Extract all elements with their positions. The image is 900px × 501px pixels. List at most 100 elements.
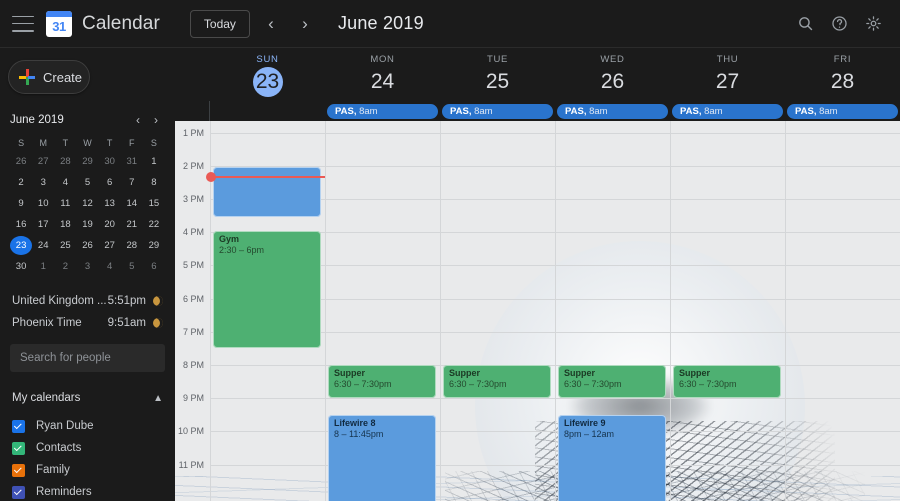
mini-calendar-day[interactable]: 12 bbox=[76, 194, 98, 213]
mini-calendar-day[interactable]: 28 bbox=[54, 152, 76, 171]
calendar-list-item[interactable]: Contacts bbox=[12, 437, 163, 459]
calendar-list-item[interactable]: Reminders bbox=[12, 481, 163, 501]
calendar-event[interactable]: Lifewire 88 – 11:45pm bbox=[328, 415, 436, 501]
day-header[interactable]: THU 27 bbox=[670, 48, 785, 101]
mini-calendar-day[interactable]: 19 bbox=[76, 215, 98, 234]
today-button[interactable]: Today bbox=[189, 9, 250, 38]
mini-calendar-day[interactable]: 27 bbox=[32, 152, 54, 171]
people-search[interactable] bbox=[10, 344, 165, 372]
day-header[interactable]: TUE 25 bbox=[440, 48, 555, 101]
day-header-number[interactable]: 27 bbox=[670, 67, 785, 97]
mini-calendar-day[interactable]: 4 bbox=[54, 173, 76, 192]
calendar-checkbox[interactable] bbox=[12, 463, 25, 477]
day-header[interactable]: MON 24 bbox=[325, 48, 440, 101]
mini-calendar-day[interactable]: 2 bbox=[10, 173, 32, 192]
next-period-icon[interactable]: › bbox=[292, 11, 318, 37]
mini-calendar-day[interactable]: 5 bbox=[121, 257, 143, 276]
search-icon[interactable] bbox=[788, 7, 822, 41]
all-day-event[interactable]: PAS, 8am bbox=[442, 104, 553, 119]
calendar-event[interactable]: Gym 2:30 – 6pm bbox=[213, 231, 321, 348]
calendar-event[interactable] bbox=[213, 167, 321, 217]
all-day-event[interactable]: PAS, 8am bbox=[672, 104, 783, 119]
mini-calendar-day[interactable]: 26 bbox=[76, 236, 98, 255]
mini-calendar-day[interactable]: 29 bbox=[76, 152, 98, 171]
mini-calendar-day[interactable]: 18 bbox=[54, 215, 76, 234]
mini-next-month-icon[interactable]: › bbox=[147, 111, 165, 129]
mini-calendar-day[interactable]: 9 bbox=[10, 194, 32, 213]
all-day-event-time: 8am bbox=[356, 106, 378, 117]
all-day-event-title: PAS, bbox=[680, 106, 702, 117]
mini-calendar-day[interactable]: 20 bbox=[99, 215, 121, 234]
day-header-number[interactable]: 23 bbox=[252, 67, 283, 97]
prev-period-icon[interactable]: ‹ bbox=[258, 11, 284, 37]
mini-calendar-day[interactable]: 2 bbox=[54, 257, 76, 276]
mini-calendar-day[interactable]: 16 bbox=[10, 215, 32, 234]
mini-calendar-day[interactable]: 21 bbox=[121, 215, 143, 234]
event-title: Supper bbox=[449, 368, 481, 378]
day-header[interactable]: WED 26 bbox=[555, 48, 670, 101]
time-gutter: 1 PM 2 PM 3 PM 4 PM 5 PM 6 PM 7 PM 8 PM 9 PM 10 P… bbox=[175, 121, 210, 501]
calendar-event[interactable]: Supper 6:30 – 7:30pm bbox=[558, 365, 666, 398]
calendar-checkbox[interactable] bbox=[12, 419, 25, 433]
create-button[interactable]: Create bbox=[8, 60, 90, 94]
calendar-event[interactable]: Lifewire 9 8pm – 12am bbox=[558, 415, 666, 501]
mini-calendar-day[interactable]: 7 bbox=[121, 173, 143, 192]
mini-calendar-day[interactable]: 22 bbox=[143, 215, 165, 234]
day-header-number[interactable]: 24 bbox=[325, 67, 440, 97]
day-header[interactable]: FRI 28 bbox=[785, 48, 900, 101]
calendar-list-item[interactable]: Family bbox=[12, 459, 163, 481]
mini-calendar-day[interactable]: 1 bbox=[143, 152, 165, 171]
chevron-up-icon[interactable]: ▲ bbox=[153, 393, 163, 404]
hamburger-icon[interactable] bbox=[12, 15, 34, 32]
mini-calendar-day[interactable]: 10 bbox=[32, 194, 54, 213]
mini-calendar-day[interactable]: 23 bbox=[10, 236, 33, 255]
mini-calendar-day[interactable]: 3 bbox=[76, 257, 98, 276]
day-header-number[interactable]: 26 bbox=[555, 67, 670, 97]
mini-calendar-day[interactable]: 15 bbox=[143, 194, 165, 213]
all-day-event[interactable]: PAS, 8am bbox=[787, 104, 898, 119]
calendar-event[interactable]: Supper 6:30 – 7:30pm bbox=[673, 365, 781, 398]
mini-calendar-day[interactable]: 13 bbox=[99, 194, 121, 213]
plus-icon bbox=[19, 69, 35, 85]
calendar-logo-icon[interactable]: 31 bbox=[46, 10, 72, 37]
mini-calendar-day[interactable]: 3 bbox=[32, 173, 54, 192]
all-day-event[interactable]: PAS, 8am bbox=[557, 104, 668, 119]
mini-prev-month-icon[interactable]: ‹ bbox=[129, 111, 147, 129]
calendar-checkbox[interactable] bbox=[12, 485, 25, 499]
mini-calendar-day[interactable]: 27 bbox=[99, 236, 121, 255]
mini-calendar-day[interactable]: 11 bbox=[54, 194, 76, 213]
calendar-event[interactable]: Supper 6:30 – 7:30pm bbox=[443, 365, 551, 398]
mini-calendar-day[interactable]: 30 bbox=[99, 152, 121, 171]
mini-calendar-day[interactable]: 24 bbox=[32, 236, 54, 255]
search-people-input[interactable] bbox=[20, 352, 155, 364]
time-label: 4 PM bbox=[182, 227, 204, 238]
calendar-event[interactable]: Supper 6:30 – 7:30pm bbox=[328, 365, 436, 398]
mini-calendar-day[interactable]: 31 bbox=[121, 152, 143, 171]
day-header[interactable]: SUN 23 bbox=[210, 48, 325, 101]
mini-calendar-day[interactable]: 25 bbox=[54, 236, 76, 255]
mini-calendar-day[interactable]: 29 bbox=[143, 236, 165, 255]
day-header-number[interactable]: 25 bbox=[440, 67, 555, 97]
mini-calendar-day[interactable]: 8 bbox=[143, 173, 165, 192]
day-header-number[interactable]: 28 bbox=[785, 67, 900, 97]
mini-calendar-day[interactable]: 6 bbox=[143, 257, 165, 276]
mini-calendar-title: June 2019 bbox=[10, 114, 64, 126]
help-icon[interactable] bbox=[822, 7, 856, 41]
calendar-checkbox[interactable] bbox=[12, 441, 25, 455]
mini-calendar-header: June 2019 ‹ › bbox=[10, 110, 165, 130]
mini-calendar-day[interactable]: 28 bbox=[121, 236, 143, 255]
calendar-list-item[interactable]: Ryan Dube bbox=[12, 415, 163, 437]
mini-calendar-day[interactable]: 17 bbox=[32, 215, 54, 234]
mini-calendar-day[interactable]: 26 bbox=[10, 152, 32, 171]
top-bar: 31 Calendar Today ‹ › June 2019 bbox=[0, 0, 900, 48]
mini-calendar-day[interactable]: 6 bbox=[99, 173, 121, 192]
mini-calendar-day[interactable]: 1 bbox=[32, 257, 54, 276]
mini-calendar-day[interactable]: 5 bbox=[76, 173, 98, 192]
my-calendars-header[interactable]: My calendars ▲ bbox=[0, 388, 175, 408]
day-divider bbox=[325, 121, 326, 501]
gear-icon[interactable] bbox=[856, 7, 890, 41]
mini-calendar-day[interactable]: 30 bbox=[10, 257, 32, 276]
mini-calendar-day[interactable]: 4 bbox=[99, 257, 121, 276]
mini-calendar-day[interactable]: 14 bbox=[121, 194, 143, 213]
all-day-event[interactable]: PAS, 8am bbox=[327, 104, 438, 119]
